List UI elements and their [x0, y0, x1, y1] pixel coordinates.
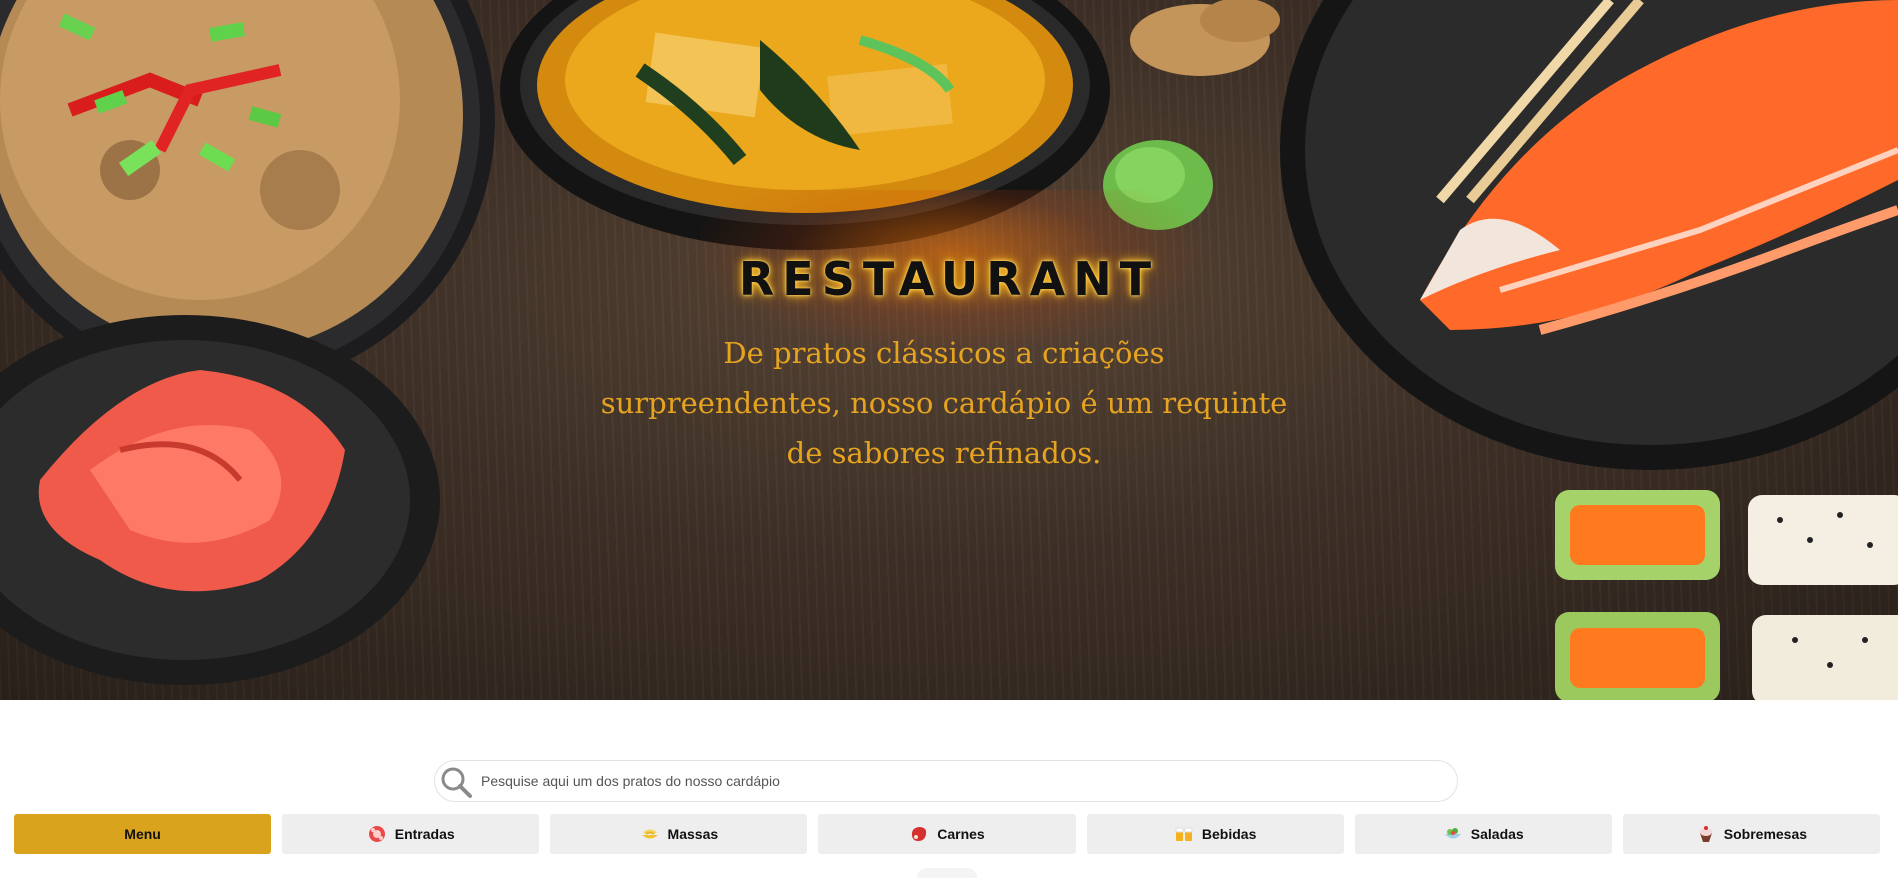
tab-sobremesas[interactable]: Sobremesas	[1622, 814, 1880, 854]
tab-bebidas[interactable]: Bebidas	[1086, 814, 1344, 854]
tab-label: Carnes	[937, 826, 985, 842]
salad-icon	[1443, 824, 1463, 844]
hero-title: RESTAURANT	[738, 252, 1160, 306]
sushi-rolls	[1555, 490, 1898, 700]
pasta-icon	[640, 824, 660, 844]
dessert-icon	[1696, 824, 1716, 844]
meat-icon	[909, 824, 929, 844]
hero-banner: RESTAURANT De pratos clássicos a criaçõe…	[0, 0, 1898, 700]
tab-carnes[interactable]: Carnes	[818, 814, 1076, 854]
tab-label: Menu	[124, 826, 161, 842]
tab-label: Sobremesas	[1723, 826, 1808, 842]
ginger-plate	[0, 315, 440, 685]
tab-label: Saladas	[1470, 826, 1524, 842]
hero-subtitle: De pratos clássicos a criações surpreend…	[600, 336, 1288, 470]
drinks-icon	[1174, 824, 1194, 844]
tab-entradas[interactable]: Entradas	[282, 814, 540, 854]
tab-label: Entradas	[394, 826, 455, 842]
tab-label: Bebidas	[1201, 826, 1257, 842]
salmon-plate	[1280, 0, 1898, 470]
tab-saladas[interactable]: Saladas	[1354, 814, 1612, 854]
category-tabs: Menu Entradas Massas Carnes Bebidas Sala…	[14, 814, 1880, 854]
search-bar[interactable]	[434, 760, 1458, 802]
appetizer-icon	[367, 824, 387, 844]
content-peek	[917, 868, 977, 878]
tab-label: Massas	[667, 826, 719, 842]
search-icon[interactable]	[439, 765, 473, 799]
tab-massas[interactable]: Massas	[550, 814, 808, 854]
ginger-root	[1130, 0, 1280, 76]
tab-menu[interactable]: Menu	[14, 814, 272, 854]
search-input[interactable]	[481, 767, 1441, 795]
